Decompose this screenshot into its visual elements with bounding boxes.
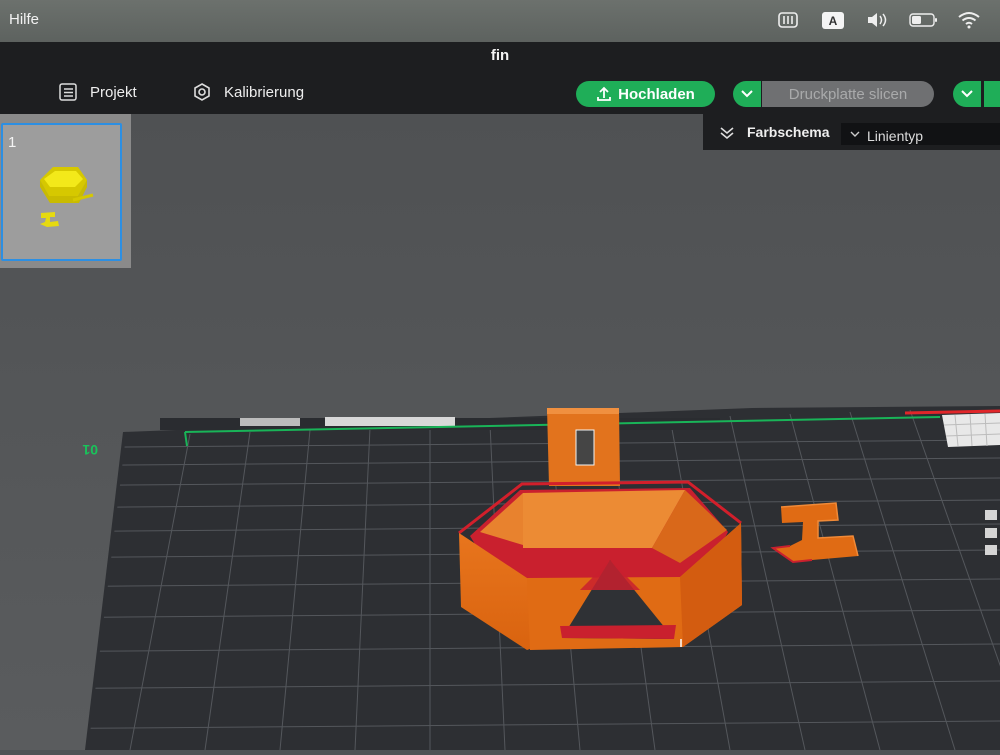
color-scheme-panel: Farbschema Linientyp <box>703 114 1000 150</box>
plate-list-panel: 1 <box>0 114 131 268</box>
gear-icon <box>194 83 210 101</box>
chevron-down-icon <box>741 90 753 98</box>
menu-help[interactable]: Hilfe <box>9 11 39 28</box>
collapse-chevrons-icon[interactable] <box>719 126 735 140</box>
window-title: fin <box>0 42 1000 72</box>
volume-icon[interactable] <box>866 10 890 30</box>
plate-number: 1 <box>8 134 17 151</box>
system-menu-bar: Hilfe A <box>0 0 1000 42</box>
plate-thumbnail[interactable] <box>1 123 122 261</box>
upload-label: Hochladen <box>618 85 695 103</box>
tab-project[interactable]: Projekt <box>58 82 137 102</box>
chevron-down-icon <box>961 90 973 98</box>
project-list-icon <box>59 83 77 101</box>
main-toolbar: Projekt Kalibrierung Hochladen Druckplat… <box>0 72 1000 114</box>
slice-plate-button[interactable]: Druckplatte slicen <box>762 81 934 107</box>
input-source-icon[interactable]: A <box>822 12 844 29</box>
slice-options-dropdown[interactable] <box>733 81 761 107</box>
build-plate-scene[interactable]: 01 <box>0 114 1000 750</box>
print-button[interactable] <box>984 81 1000 107</box>
tab-calibration[interactable]: Kalibrierung <box>192 82 304 102</box>
3d-viewport[interactable]: 01 <box>0 114 1000 750</box>
print-options-dropdown[interactable] <box>953 81 981 107</box>
plate-preview-image <box>40 167 94 227</box>
color-scheme-value: Linientyp <box>867 128 924 144</box>
color-scheme-select[interactable]: Linientyp <box>841 123 1000 145</box>
keyboard-grid-icon[interactable] <box>778 10 798 30</box>
bed-axis-label: 01 <box>82 442 98 458</box>
battery-icon[interactable] <box>909 10 939 30</box>
color-scheme-label: Farbschema <box>747 124 830 140</box>
upload-button[interactable]: Hochladen <box>576 81 715 107</box>
upload-icon <box>597 86 612 101</box>
tab-project-label: Projekt <box>90 83 137 101</box>
chevron-down-icon <box>850 131 860 137</box>
slice-plate-label: Druckplatte slicen <box>788 85 908 103</box>
wifi-icon[interactable] <box>958 10 980 30</box>
tab-calibration-label: Kalibrierung <box>224 83 305 101</box>
